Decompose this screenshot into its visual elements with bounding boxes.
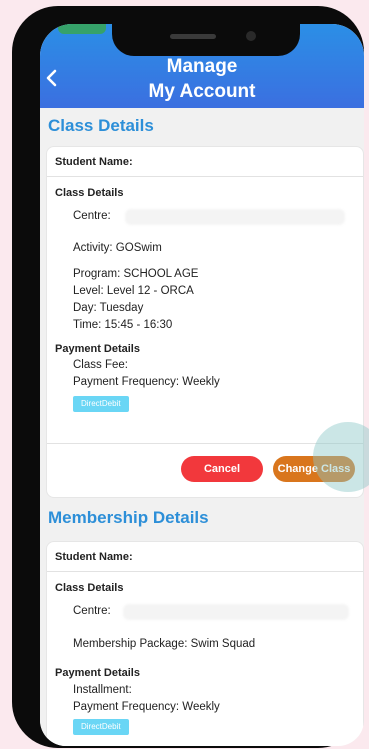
payment-details-heading: Payment Details [55,343,140,355]
camera-icon [246,31,256,41]
level-text: Level: Level 12 - ORCA [73,285,194,297]
class-section-title: Class Details [48,116,154,135]
app-screen: Manage My Account Class Details Student … [40,24,364,746]
speaker-grille [170,34,216,39]
phone-frame: Manage My Account Class Details Student … [12,6,364,748]
payment-frequency-text: Payment Frequency: Weekly [73,376,220,388]
card-divider [47,176,363,177]
redacted-centre [125,209,345,225]
installment-text: Installment: [73,684,132,696]
membership-direct-debit-badge: DirectDebit [73,719,129,735]
content-area[interactable]: Class Details Student Name: Class Detail… [40,108,364,746]
class-details-heading: Class Details [55,187,124,199]
card-divider [47,571,363,572]
membership-centre-label: Centre: [73,605,111,617]
membership-class-details-heading: Class Details [55,582,124,594]
centre-label: Centre: [73,210,111,222]
direct-debit-badge: DirectDebit [73,396,129,412]
membership-details-card: Student Name: Class Details Centre: Memb… [46,541,364,746]
membership-student-name-label: Student Name: [55,551,133,563]
day-text: Day: Tuesday [73,302,144,314]
membership-package-text: Membership Package: Swim Squad [73,638,256,650]
status-indicator [58,24,106,34]
membership-section-title: Membership Details [48,508,209,527]
membership-payment-heading: Payment Details [55,667,140,679]
page-title-line2: My Account [148,81,256,102]
student-name-label: Student Name: [55,156,133,168]
cancel-button[interactable]: Cancel [181,456,263,482]
membership-payment-frequency-text: Payment Frequency: Weekly [73,701,220,713]
class-fee-text: Class Fee: [73,359,128,371]
page-title-line1: Manage [166,56,238,77]
program-text: Program: SCHOOL AGE [73,268,199,280]
redacted-centre [123,604,349,620]
activity-text: Activity: GOSwim [73,242,162,254]
time-text: Time: 15:45 - 16:30 [73,319,173,331]
phone-notch [112,24,300,56]
